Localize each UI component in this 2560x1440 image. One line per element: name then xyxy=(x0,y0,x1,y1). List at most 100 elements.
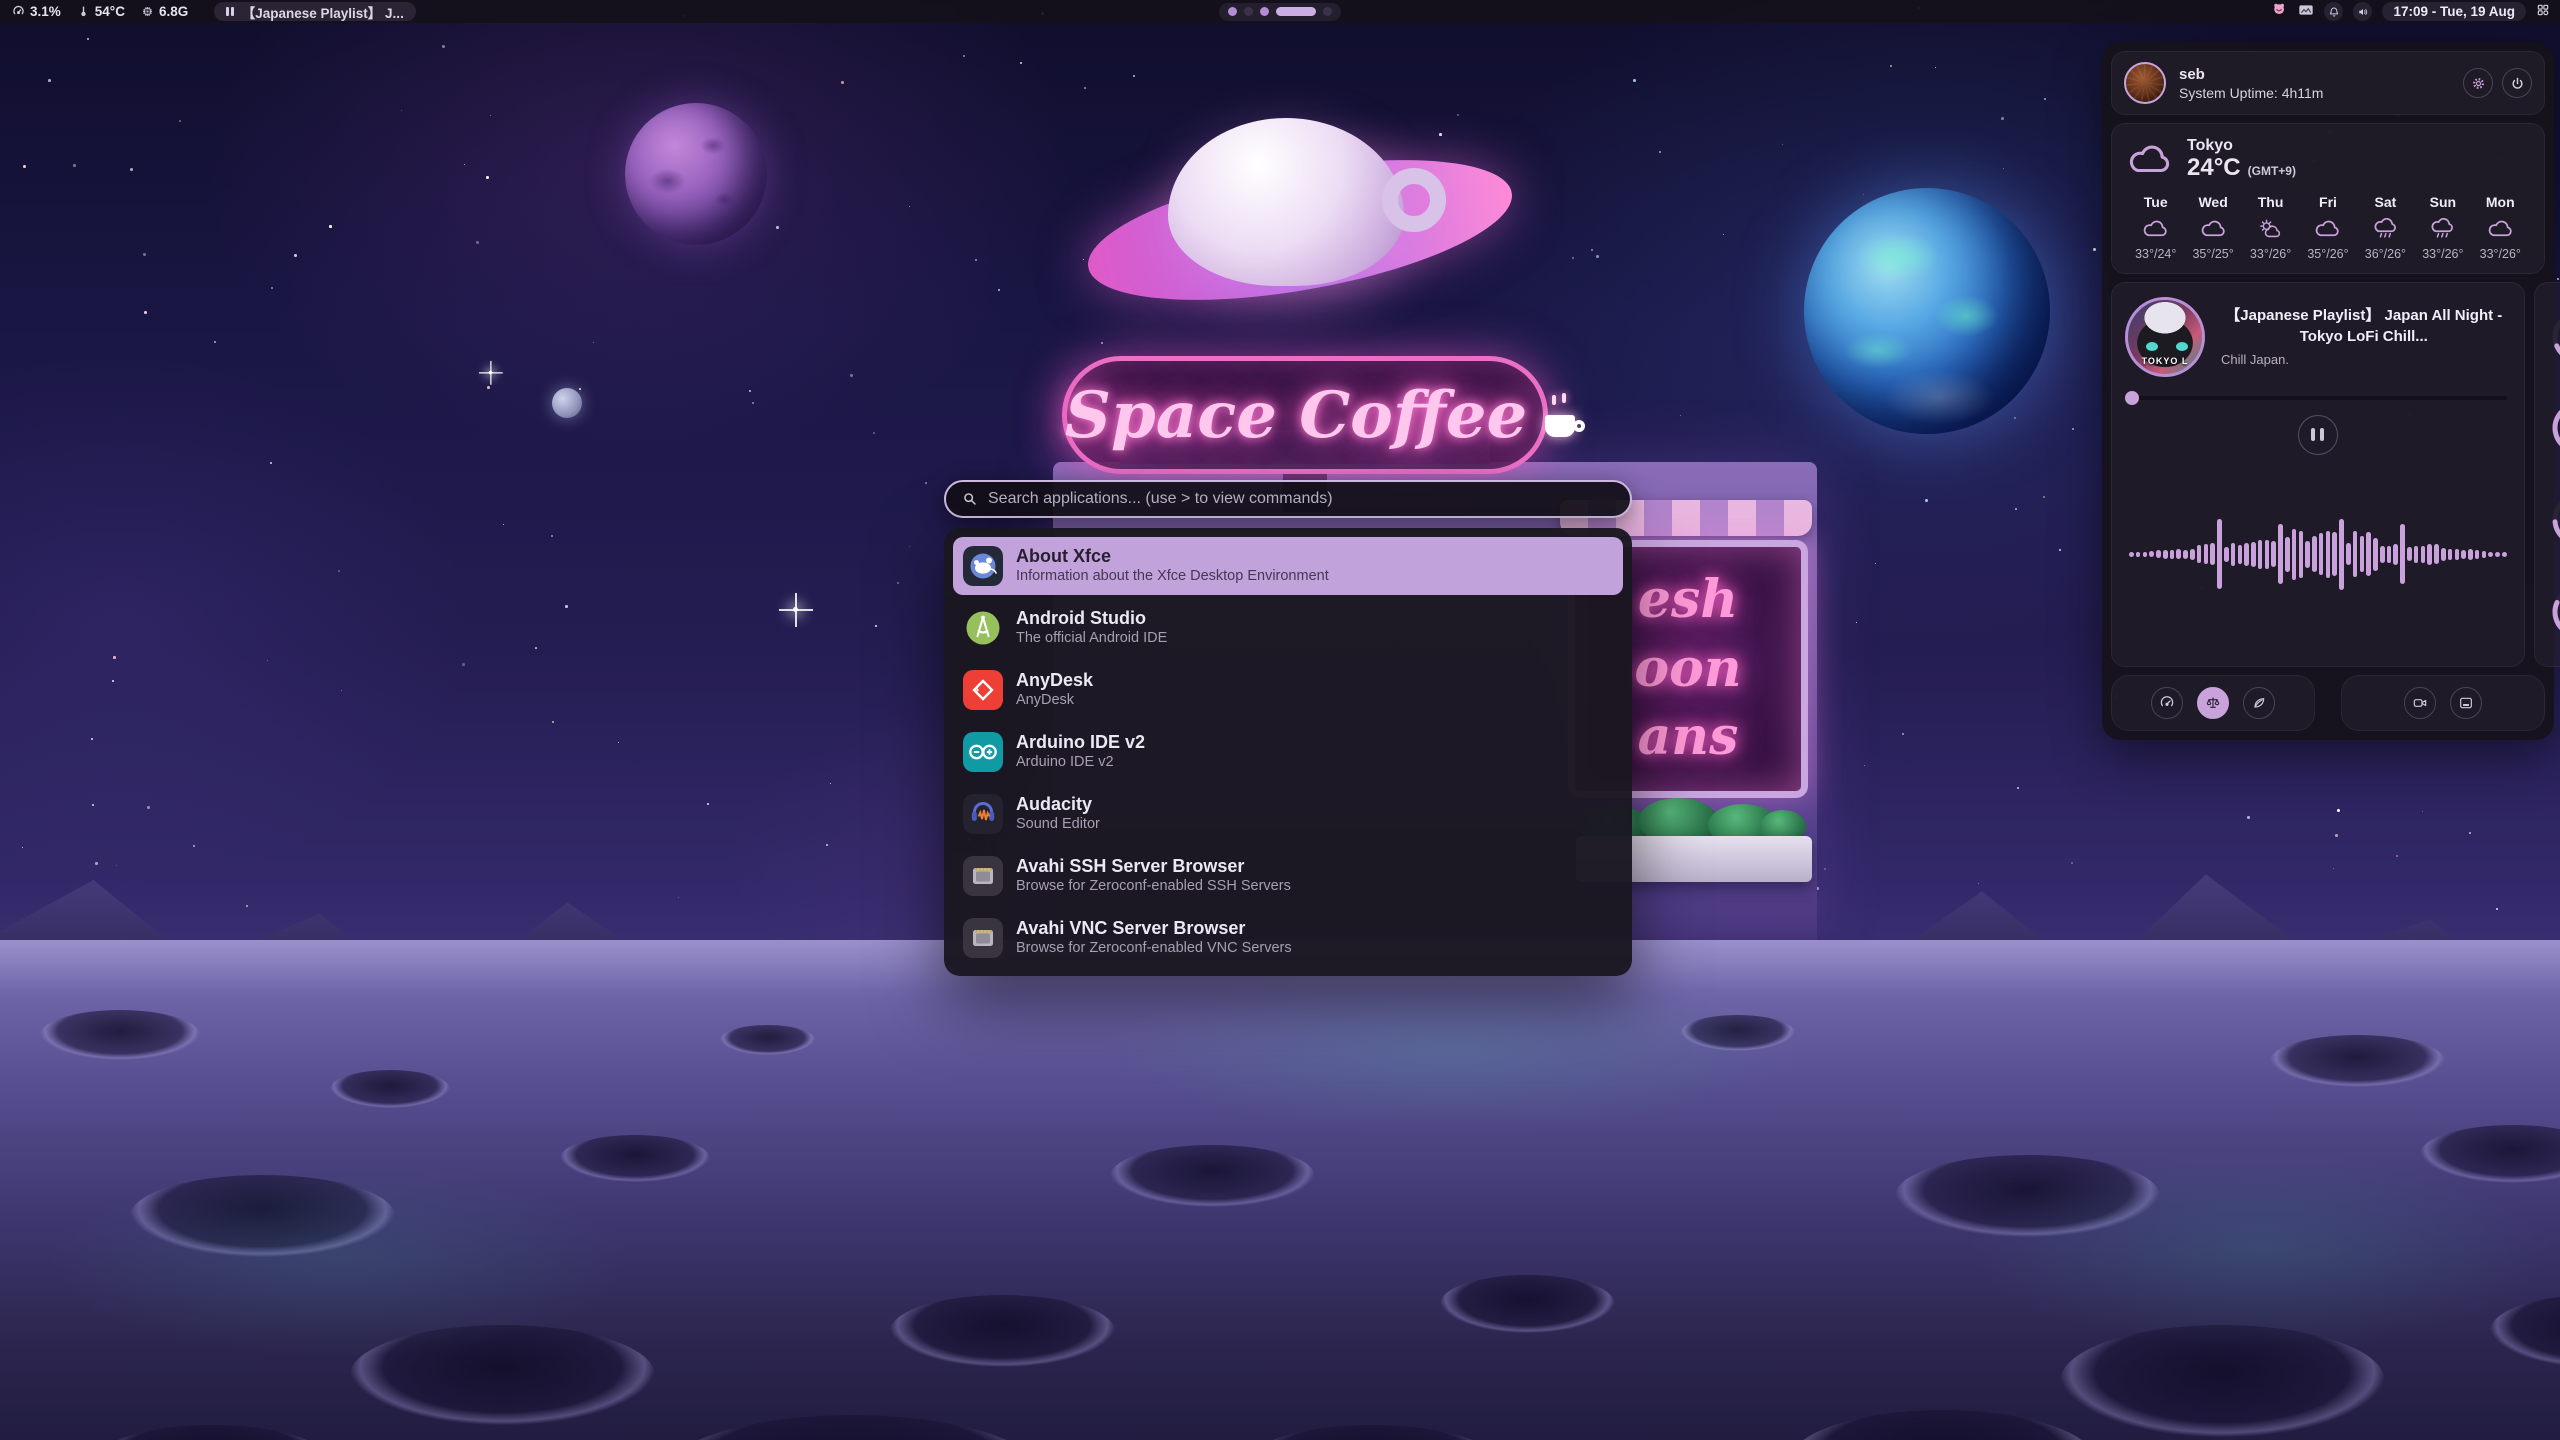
weather-card: Tokyo 24°C (GMT+9) Tue 33°/24° Wed 35 xyxy=(2111,123,2545,274)
clock-text: 17:09 - Tue, 19 Aug xyxy=(2393,4,2515,19)
gauge-value: 54°C xyxy=(2550,400,2560,456)
app-name: Audacity xyxy=(1016,795,1100,815)
search-input[interactable] xyxy=(988,490,1614,508)
media-title: 【Japanese Playlist】 J... xyxy=(242,2,404,22)
leaf-icon xyxy=(2251,695,2267,711)
workspace-indicator xyxy=(1219,3,1341,21)
sign-text: Space Coffee xyxy=(1065,378,1527,453)
forecast-temps: 33°/26° xyxy=(2250,247,2291,261)
weather-city: Tokyo xyxy=(2187,137,2296,155)
purple-planet xyxy=(625,103,767,245)
workspace-dot[interactable] xyxy=(1276,7,1316,16)
track-subtitle: Chill Japan. xyxy=(2217,352,2511,367)
rain-icon xyxy=(2429,218,2456,239)
gauge-value: 24% xyxy=(2550,584,2560,640)
screenshot-icon xyxy=(2458,695,2474,711)
workspace-dot[interactable] xyxy=(1260,7,1269,16)
forecast-temps: 35°/26° xyxy=(2307,247,2348,261)
notifications-button[interactable] xyxy=(2324,2,2343,21)
suncloud-icon xyxy=(2257,218,2284,239)
system-gauges: 3.1% 54°C 14% 24% xyxy=(2534,282,2560,667)
app-result-row[interactable]: About Xfce Information about the Xfce De… xyxy=(953,537,1623,595)
user-card: seb System Uptime: 4h11m xyxy=(2111,51,2545,115)
workspace-dot[interactable] xyxy=(1323,7,1332,16)
chip-icon xyxy=(141,5,154,18)
app-description: Browse for Zeroconf-enabled VNC Servers xyxy=(1016,941,1292,957)
wallpaper-tray-icon[interactable] xyxy=(2298,2,2314,21)
forecast-day-label: Wed xyxy=(2198,194,2227,210)
play-pause-button[interactable] xyxy=(2298,415,2338,455)
balanced-profile-button[interactable] xyxy=(2197,687,2229,719)
app-result-row[interactable]: Arduino IDE v2 Arduino IDE v2 xyxy=(953,723,1623,781)
window-text-line: ans xyxy=(1638,706,1739,768)
quick-actions xyxy=(2111,675,2545,731)
screenshot-button[interactable] xyxy=(2450,687,2482,719)
waveform xyxy=(2125,455,2511,656)
window-text-line: esh xyxy=(1638,569,1738,631)
top-panel: 3.1% 54°C 6.8G 【Japanese Playlist】 J... xyxy=(0,0,2560,23)
app-description: The official Android IDE xyxy=(1016,631,1167,647)
progress-thumb[interactable] xyxy=(2125,391,2139,405)
app-result-row[interactable]: AnyDesk AnyDesk xyxy=(953,661,1623,719)
window-text-line: oon xyxy=(1634,638,1741,700)
cpu-usage-indicator: 3.1% xyxy=(12,4,61,19)
app-result-row[interactable]: Avahi SSH Server Browser Browse for Zero… xyxy=(953,847,1623,905)
system-gauge: 3.1% xyxy=(2550,309,2560,365)
gauge-value: 14% xyxy=(2550,492,2560,548)
forecast-day: Fri 35°/26° xyxy=(2299,194,2356,261)
app-result-row[interactable]: Android Studio The official Android IDE xyxy=(953,599,1623,657)
launcher-search-bar[interactable] xyxy=(944,480,1632,518)
overview-button[interactable] xyxy=(2536,3,2550,20)
scales-icon xyxy=(2205,695,2221,711)
clock[interactable]: 17:09 - Tue, 19 Aug xyxy=(2382,2,2526,21)
bell-icon xyxy=(2328,6,2340,18)
forecast-day: Thu 33°/26° xyxy=(2242,194,2299,261)
workspace-dot[interactable] xyxy=(1244,7,1253,16)
search-icon xyxy=(962,491,978,507)
app-name: Android Studio xyxy=(1016,609,1167,629)
forecast-temps: 36°/26° xyxy=(2365,247,2406,261)
app-name: Avahi VNC Server Browser xyxy=(1016,919,1292,939)
forecast-temps: 33°/26° xyxy=(2480,247,2521,261)
system-gauge: 54°C xyxy=(2550,400,2560,456)
weather-forecast: Tue 33°/24° Wed 35°/25° Thu 33°/26° Fri xyxy=(2127,194,2529,261)
power-button[interactable] xyxy=(2502,68,2532,98)
tray-app-icon[interactable] xyxy=(2272,2,2288,21)
gauge-value: 3.1% xyxy=(2550,309,2560,365)
dashboard-panel: seb System Uptime: 4h11m Tokyo 24°C xyxy=(2102,42,2554,740)
cup-handle xyxy=(1382,168,1446,232)
app-name: AnyDesk xyxy=(1016,671,1093,691)
system-gauge: 24% xyxy=(2550,584,2560,640)
avahi-icon xyxy=(963,856,1003,896)
cloud-icon xyxy=(2200,218,2227,239)
moon-ground xyxy=(0,940,2560,1440)
media-player-pill[interactable]: 【Japanese Playlist】 J... xyxy=(214,2,416,21)
forecast-day: Wed 35°/25° xyxy=(2184,194,2241,261)
app-result-row[interactable]: Avahi VNC Server Browser Browse for Zero… xyxy=(953,909,1623,967)
screen-record-button[interactable] xyxy=(2404,687,2436,719)
powersave-profile-button[interactable] xyxy=(2243,687,2275,719)
forecast-day: Sun 33°/26° xyxy=(2414,194,2471,261)
track-progress-bar[interactable] xyxy=(2125,391,2511,405)
app-name: About Xfce xyxy=(1016,547,1329,567)
anydesk-icon xyxy=(963,670,1003,710)
volume-button[interactable] xyxy=(2353,2,2372,21)
app-result-row[interactable]: Audacity Sound Editor xyxy=(953,785,1623,843)
system-gauge: 14% xyxy=(2550,492,2560,548)
performance-profile-button[interactable] xyxy=(2151,687,2183,719)
avahi-icon xyxy=(963,918,1003,958)
track-title: 【Japanese Playlist】 Japan All Night - To… xyxy=(2217,306,2511,347)
cloud-icon xyxy=(2142,218,2169,239)
settings-button[interactable] xyxy=(2463,68,2493,98)
pause-icon xyxy=(226,7,234,16)
forecast-day-label: Sat xyxy=(2375,194,2397,210)
user-name: seb xyxy=(2179,66,2323,83)
small-moon xyxy=(552,388,582,418)
power-profile-pill xyxy=(2111,675,2315,731)
bright-star xyxy=(489,371,493,375)
neon-sign: Space Coffee xyxy=(1062,356,1548,474)
app-description: Browse for Zeroconf-enabled SSH Servers xyxy=(1016,879,1291,895)
workspace-dot[interactable] xyxy=(1228,7,1237,16)
app-description: Information about the Xfce Desktop Envir… xyxy=(1016,569,1329,585)
cloud-icon xyxy=(2314,218,2341,239)
